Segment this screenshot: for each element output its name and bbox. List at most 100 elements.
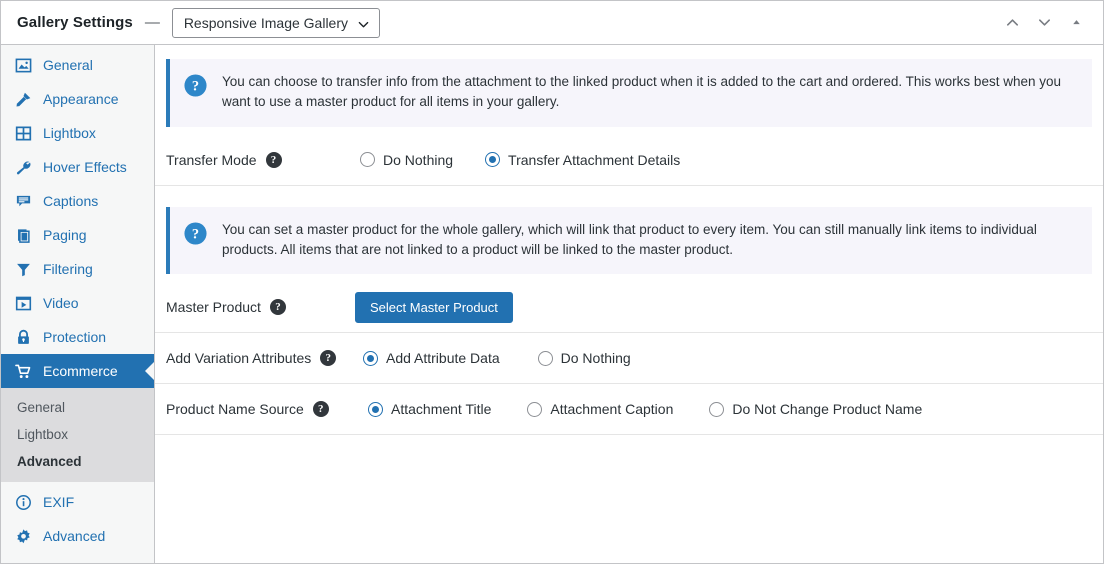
radio-indicator[interactable] xyxy=(709,402,724,417)
sidebar-subitem-general[interactable]: General xyxy=(1,394,154,421)
radio-option-attachment-title[interactable]: Attachment Title xyxy=(368,401,491,417)
sidebar-item-appearance[interactable]: Appearance xyxy=(1,82,154,116)
sidebar-item-label: Ecommerce xyxy=(43,363,118,379)
sidebar-item-advanced[interactable]: Advanced xyxy=(1,519,154,553)
transfer-mode-label-group: Transfer Mode ? xyxy=(166,152,356,168)
settings-content: ? You can choose to transfer info from t… xyxy=(155,45,1103,563)
title-dash: — xyxy=(145,14,160,31)
row-label: Add Variation Attributes xyxy=(166,350,311,366)
video-icon xyxy=(14,294,33,313)
sidebar-item-paging[interactable]: Paging xyxy=(1,218,154,252)
help-icon[interactable]: ? xyxy=(270,299,286,315)
sidebar-tail: EXIF Advanced xyxy=(1,482,154,553)
image-icon xyxy=(14,56,33,75)
sidebar-item-label: Advanced xyxy=(43,528,105,544)
chevron-up-icon xyxy=(1005,15,1020,30)
add-variation-attributes-label-group: Add Variation Attributes ? xyxy=(166,350,356,366)
triangle-up-icon xyxy=(1070,16,1083,29)
brush-icon xyxy=(14,90,33,109)
question-circle-icon: ? xyxy=(183,73,208,98)
sidebar-item-hover-effects[interactable]: Hover Effects xyxy=(1,150,154,184)
row-label: Product Name Source xyxy=(166,401,304,417)
radio-indicator-selected[interactable] xyxy=(363,351,378,366)
sidebar-subitem-lightbox[interactable]: Lightbox xyxy=(1,421,154,448)
radio-indicator-selected[interactable] xyxy=(368,402,383,417)
sidebar-item-label: Paging xyxy=(43,227,87,243)
sidebar-item-ecommerce[interactable]: Ecommerce xyxy=(1,354,154,388)
master-product-label-group: Master Product ? xyxy=(166,299,356,315)
radio-indicator-selected[interactable] xyxy=(485,152,500,167)
funnel-icon xyxy=(14,260,33,279)
transfer-mode-options: Do Nothing Transfer Attachment Details xyxy=(360,152,680,168)
radio-indicator[interactable] xyxy=(538,351,553,366)
lock-icon xyxy=(14,328,33,347)
sidebar-item-label: Hover Effects xyxy=(43,159,127,175)
sidebar-item-label: Filtering xyxy=(43,261,93,277)
help-icon[interactable]: ? xyxy=(266,152,282,168)
cart-icon xyxy=(14,362,33,381)
radio-option-do-not-change-product-name[interactable]: Do Not Change Product Name xyxy=(709,401,922,417)
gallery-settings-window: Gallery Settings — Responsive Image Gall… xyxy=(0,0,1104,564)
radio-option-transfer-attachment-details[interactable]: Transfer Attachment Details xyxy=(485,152,680,168)
chevron-down-icon xyxy=(1037,15,1052,30)
sidebar-item-protection[interactable]: Protection xyxy=(1,320,154,354)
page-title: Gallery Settings xyxy=(17,14,133,31)
row-label: Transfer Mode xyxy=(166,152,257,168)
sidebar-item-label: Protection xyxy=(43,329,106,345)
svg-text:?: ? xyxy=(192,226,199,242)
radio-option-add-attribute-data[interactable]: Add Attribute Data xyxy=(363,350,500,366)
move-down-button[interactable] xyxy=(1031,10,1057,36)
gallery-select[interactable]: Responsive Image Gallery xyxy=(172,8,380,38)
sidebar-subnav: General Lightbox Advanced xyxy=(1,388,154,482)
product-name-source-options: Attachment Title Attachment Caption Do N… xyxy=(368,401,922,417)
wrench-icon xyxy=(14,158,33,177)
chevron-down-icon xyxy=(358,17,369,28)
select-master-product-button[interactable]: Select Master Product xyxy=(355,292,513,323)
transfer-mode-notice: ? You can choose to transfer info from t… xyxy=(166,59,1092,127)
question-circle-icon: ? xyxy=(183,221,208,246)
radio-option-attachment-caption[interactable]: Attachment Caption xyxy=(527,401,673,417)
collapse-panel-button[interactable] xyxy=(1063,10,1089,36)
notice-text: You can set a master product for the who… xyxy=(222,220,1076,261)
sidebar-item-general[interactable]: General xyxy=(1,48,154,82)
radio-option-do-nothing[interactable]: Do Nothing xyxy=(538,350,631,366)
svg-text:?: ? xyxy=(192,79,199,95)
gear-icon xyxy=(14,527,33,546)
master-product-control: Select Master Product xyxy=(355,292,513,323)
sidebar-item-filtering[interactable]: Filtering xyxy=(1,252,154,286)
radio-indicator[interactable] xyxy=(360,152,375,167)
radio-option-do-nothing[interactable]: Do Nothing xyxy=(360,152,453,168)
active-indicator-arrow xyxy=(145,362,154,380)
header-controls xyxy=(999,10,1089,36)
sidebar-item-captions[interactable]: Captions xyxy=(1,184,154,218)
grid-icon xyxy=(14,124,33,143)
book-icon xyxy=(14,226,33,245)
add-variation-attributes-options: Add Attribute Data Do Nothing xyxy=(363,350,631,366)
sidebar-item-video[interactable]: Video xyxy=(1,286,154,320)
transfer-mode-row: Transfer Mode ? Do Nothing Transfer Atta… xyxy=(155,135,1103,186)
master-product-notice: ? You can set a master product for the w… xyxy=(166,207,1092,275)
notice-text: You can choose to transfer info from the… xyxy=(222,72,1076,113)
product-name-source-label-group: Product Name Source ? xyxy=(166,401,356,417)
sidebar-subitem-advanced[interactable]: Advanced xyxy=(1,448,154,475)
sidebar-item-label: Video xyxy=(43,295,79,311)
help-icon[interactable]: ? xyxy=(313,401,329,417)
settings-sidebar: General Appearance Lightbox Hover Effect… xyxy=(1,45,155,563)
panel-header: Gallery Settings — Responsive Image Gall… xyxy=(1,1,1103,45)
sidebar-item-label: Appearance xyxy=(43,91,119,107)
product-name-source-row: Product Name Source ? Attachment Title A… xyxy=(155,384,1103,435)
row-label: Master Product xyxy=(166,299,261,315)
move-up-button[interactable] xyxy=(999,10,1025,36)
info-icon xyxy=(14,493,33,512)
help-icon[interactable]: ? xyxy=(320,350,336,366)
radio-indicator[interactable] xyxy=(527,402,542,417)
sidebar-item-label: EXIF xyxy=(43,494,74,510)
speech-bubble-icon xyxy=(14,192,33,211)
panel-body: General Appearance Lightbox Hover Effect… xyxy=(1,45,1103,563)
sidebar-item-label: Lightbox xyxy=(43,125,96,141)
master-product-row: Master Product ? Select Master Product xyxy=(155,282,1103,333)
sidebar-item-lightbox[interactable]: Lightbox xyxy=(1,116,154,150)
sidebar-item-exif[interactable]: EXIF xyxy=(1,485,154,519)
gallery-select-value: Responsive Image Gallery xyxy=(184,15,348,31)
add-variation-attributes-row: Add Variation Attributes ? Add Attribute… xyxy=(155,333,1103,384)
